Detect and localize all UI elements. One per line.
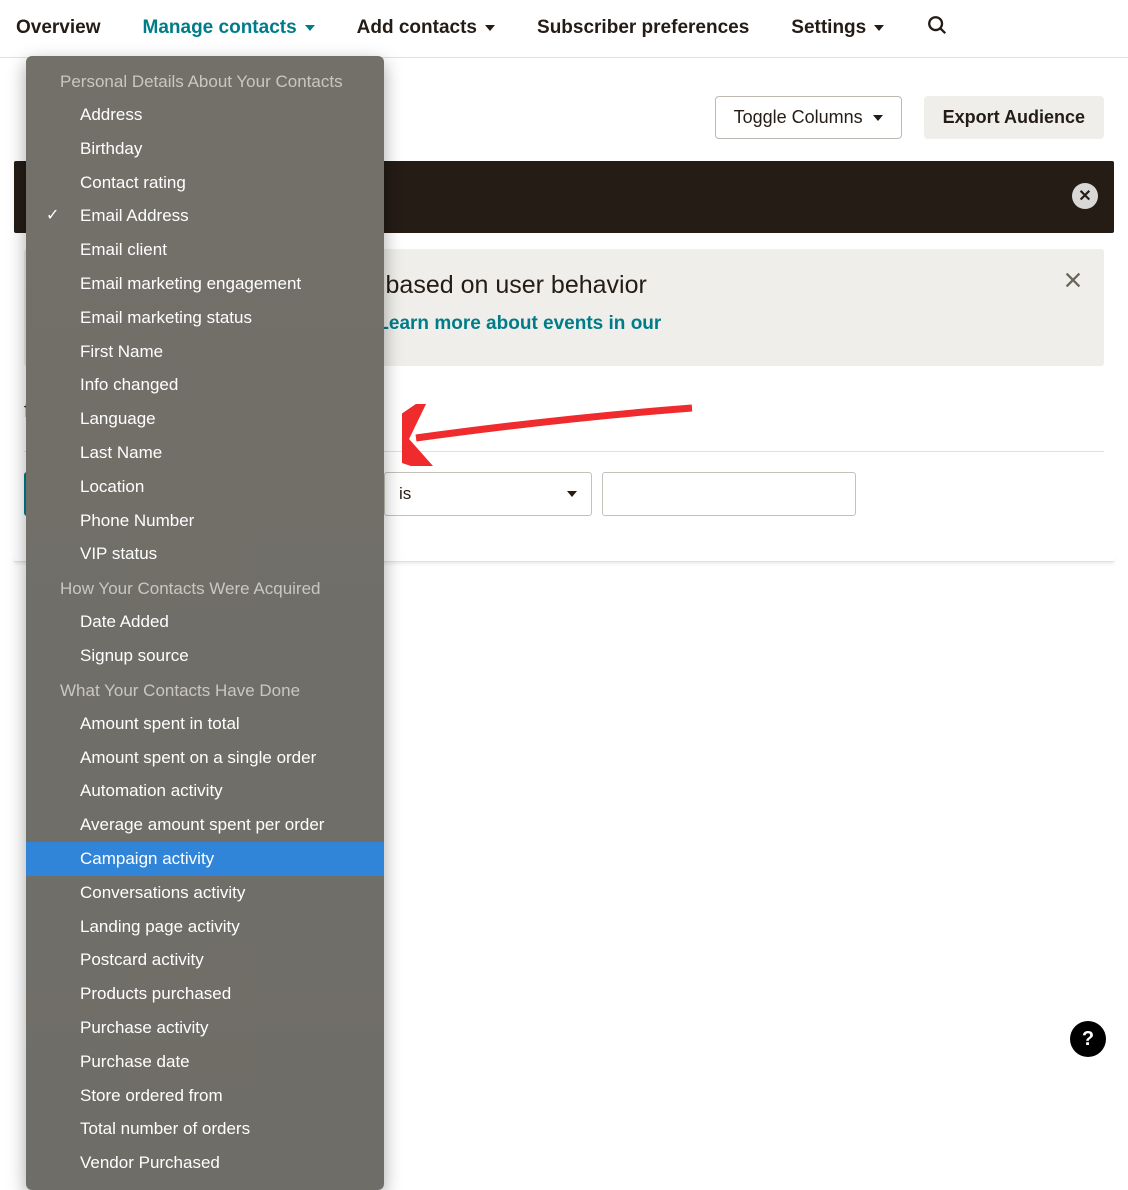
close-icon[interactable] xyxy=(1062,269,1084,296)
dropdown-item[interactable]: Store ordered from xyxy=(26,1079,384,1113)
dropdown-item[interactable]: First Name xyxy=(26,335,384,369)
chevron-down-icon xyxy=(873,115,883,121)
dropdown-section-label: Personal Details About Your Contacts xyxy=(26,64,384,98)
export-audience-button[interactable]: Export Audience xyxy=(924,96,1104,139)
dropdown-item-label: Language xyxy=(80,409,156,428)
dropdown-item[interactable]: Conversations activity xyxy=(26,876,384,910)
dropdown-item[interactable]: Location xyxy=(26,470,384,504)
nav-settings-label: Settings xyxy=(791,17,866,39)
nav-overview-label: Overview xyxy=(16,17,101,39)
dropdown-item-label: Amount spent on a single order xyxy=(80,748,316,767)
dropdown-item[interactable]: Landing page activity xyxy=(26,910,384,944)
dropdown-item-label: Campaign activity xyxy=(80,849,214,868)
dropdown-item-label: Last Name xyxy=(80,443,162,462)
dropdown-item-label: Purchase date xyxy=(80,1052,190,1071)
dropdown-item[interactable]: Info changed xyxy=(26,368,384,402)
dropdown-item-label: Location xyxy=(80,477,144,496)
dropdown-section-label: How Your Contacts Were Acquired xyxy=(26,571,384,605)
dropdown-item-label: Amount spent in total xyxy=(80,714,240,733)
dropdown-item-label: Birthday xyxy=(80,139,142,158)
banner-link[interactable]: Learn more about events in our xyxy=(377,313,661,334)
condition-operator-select[interactable]: is xyxy=(384,472,592,516)
nav-prefs-label: Subscriber preferences xyxy=(537,17,749,39)
dropdown-item-label: Products purchased xyxy=(80,984,231,1003)
dropdown-item-label: Phone Number xyxy=(80,511,194,530)
dropdown-item[interactable]: VIP status xyxy=(26,537,384,571)
dropdown-item-label: Landing page activity xyxy=(80,917,240,936)
dropdown-item-label: Average amount spent per order xyxy=(80,815,324,834)
dropdown-item-label: Contact rating xyxy=(80,173,186,192)
nav-overview[interactable]: Overview xyxy=(16,17,101,39)
nav-settings[interactable]: Settings xyxy=(791,17,884,39)
search-icon[interactable] xyxy=(926,14,948,41)
dropdown-item-label: VIP status xyxy=(80,544,157,563)
chevron-down-icon xyxy=(874,25,884,31)
dropdown-item[interactable]: Vendor Purchased xyxy=(26,1146,384,1180)
dropdown-item[interactable]: Email marketing engagement xyxy=(26,267,384,301)
toggle-columns-label: Toggle Columns xyxy=(734,107,863,128)
chevron-down-icon xyxy=(305,25,315,31)
dropdown-item-label: Email Address xyxy=(80,206,189,225)
dropdown-item[interactable]: Contact rating xyxy=(26,166,384,200)
dropdown-item[interactable]: Birthday xyxy=(26,132,384,166)
dropdown-item-label: Date Added xyxy=(80,612,169,631)
check-icon: ✓ xyxy=(46,205,59,227)
dropdown-item[interactable]: Amount spent on a single order xyxy=(26,741,384,775)
dropdown-item[interactable]: Last Name xyxy=(26,436,384,470)
dropdown-item-label: Email client xyxy=(80,240,167,259)
dropdown-item[interactable]: Language xyxy=(26,402,384,436)
dropdown-item[interactable]: ✓ Email Address xyxy=(26,199,384,233)
dropdown-item[interactable]: Postcard activity xyxy=(26,943,384,977)
dropdown-item[interactable]: Products purchased xyxy=(26,977,384,1011)
dropdown-item-label: Info changed xyxy=(80,375,178,394)
nav-add-contacts[interactable]: Add contacts xyxy=(357,17,495,39)
dropdown-item[interactable]: Address xyxy=(26,98,384,132)
nav-add-label: Add contacts xyxy=(357,17,477,39)
help-label: ? xyxy=(1082,1028,1094,1051)
dropdown-item[interactable]: Average amount spent per order xyxy=(26,808,384,842)
dropdown-item-label: Vendor Purchased xyxy=(80,1153,220,1172)
operator-value: is xyxy=(399,484,411,504)
dropdown-item-label: Purchase activity xyxy=(80,1018,209,1037)
dropdown-item-label: Postcard activity xyxy=(80,950,204,969)
chevron-down-icon xyxy=(567,491,577,497)
dropdown-item-label: Automation activity xyxy=(80,781,223,800)
field-dropdown: Personal Details About Your Contacts Addr… xyxy=(26,56,384,1190)
dropdown-item-label: Email marketing engagement xyxy=(80,274,301,293)
dropdown-item[interactable]: Signup source xyxy=(26,639,384,673)
dropdown-item[interactable]: Total number of orders xyxy=(26,1112,384,1146)
toggle-columns-button[interactable]: Toggle Columns xyxy=(715,96,902,139)
dropdown-item[interactable]: Date Added xyxy=(26,605,384,639)
dropdown-item[interactable]: Email client xyxy=(26,233,384,267)
dropdown-item-label: Total number of orders xyxy=(80,1119,250,1138)
dropdown-item-label: Email marketing status xyxy=(80,308,252,327)
dropdown-item[interactable]: Purchase activity xyxy=(26,1011,384,1045)
dropdown-item[interactable]: Automation activity xyxy=(26,774,384,808)
nav-subscriber-prefs[interactable]: Subscriber preferences xyxy=(537,17,749,39)
top-nav: Overview Manage contacts Add contacts Su… xyxy=(0,0,1128,58)
close-icon[interactable]: ✕ xyxy=(1072,183,1098,209)
dropdown-item[interactable]: Amount spent in total xyxy=(26,707,384,741)
dropdown-item[interactable]: Purchase date xyxy=(26,1045,384,1079)
dropdown-section-label: What Your Contacts Have Done xyxy=(26,673,384,707)
dropdown-item-label: Conversations activity xyxy=(80,883,245,902)
dropdown-item-label: Signup source xyxy=(80,646,189,665)
dropdown-item-label: Address xyxy=(80,105,142,124)
dropdown-item[interactable]: Phone Number xyxy=(26,504,384,538)
dropdown-item-label: Store ordered from xyxy=(80,1086,223,1105)
chevron-down-icon xyxy=(485,25,495,31)
dropdown-item[interactable]: Campaign activity xyxy=(26,842,384,876)
dropdown-item-label: First Name xyxy=(80,342,163,361)
help-button[interactable]: ? xyxy=(1070,1021,1106,1057)
export-label: Export Audience xyxy=(943,107,1085,128)
dropdown-item[interactable]: Email marketing status xyxy=(26,301,384,335)
condition-value-input[interactable] xyxy=(602,472,856,516)
nav-manage-contacts[interactable]: Manage contacts xyxy=(143,17,315,39)
nav-manage-label: Manage contacts xyxy=(143,17,297,39)
